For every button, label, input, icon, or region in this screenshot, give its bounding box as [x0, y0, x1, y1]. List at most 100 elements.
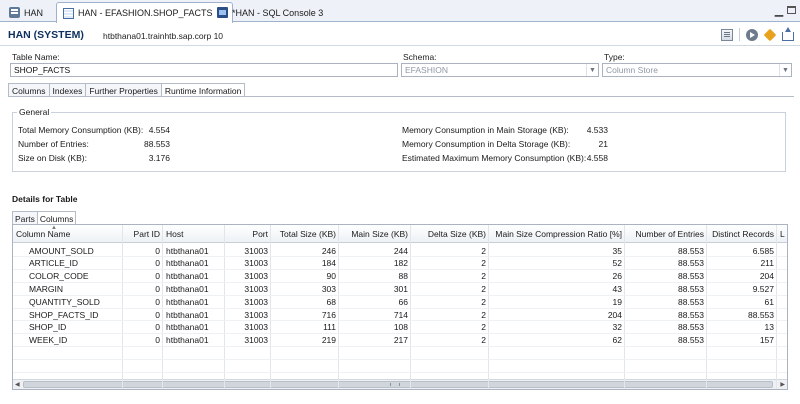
empty-row: [13, 371, 787, 373]
toolbar: [721, 26, 794, 41]
cell-main-size-compression-ratio: 43: [612, 283, 622, 294]
tab-further-properties[interactable]: Further Properties: [85, 83, 161, 97]
cell-total-size-kb: 716: [321, 309, 336, 320]
cell-delta-size-kb: 2: [481, 335, 486, 346]
tab-columns[interactable]: Columns: [8, 83, 49, 97]
cell-main-size-kb: 714: [393, 309, 408, 320]
horizontal-scrollbar[interactable]: ◀ ▶: [13, 379, 787, 389]
cell-delta-size-kb: 2: [481, 309, 486, 320]
main-storage-value: 4.533: [586, 125, 608, 135]
column-header-main-size-compression-ratio[interactable]: Main Size Compression Ratio [%]: [489, 228, 625, 240]
editor-tab-label: HAN: [24, 7, 44, 18]
type-select[interactable]: Column Store ▼: [602, 63, 792, 77]
cell-main-size-kb: 217: [393, 335, 408, 346]
cell-distinct-records: 204: [759, 271, 774, 282]
tab-detail-columns[interactable]: Columns: [36, 211, 77, 225]
cell-host: htbthana01: [166, 335, 209, 346]
number-of-entries-value: 88.553: [144, 139, 170, 149]
cell-total-size-kb: 68: [326, 296, 336, 307]
tab-runtime-information[interactable]: Runtime Information: [160, 83, 246, 97]
chevron-down-icon[interactable]: ▼: [586, 64, 598, 76]
editor-tab-bar: HAN HAN - EFASHION.SHOP_FACTS × *HAN - S…: [0, 0, 800, 23]
delta-storage-value: 21: [598, 139, 608, 149]
cell-number-of-entries: 88.553: [678, 245, 704, 256]
size-on-disk-label: Size on Disk (KB):: [18, 153, 87, 163]
cell-delta-size-kb: 2: [481, 245, 486, 256]
minimize-icon[interactable]: ▁: [773, 5, 785, 16]
column-header-delta-size-kb[interactable]: Delta Size (KB): [411, 228, 489, 240]
page-title: HAN (SYSTEM): [8, 29, 84, 41]
cell-column-name: WEEK_ID: [29, 335, 68, 346]
refresh-icon[interactable]: [763, 28, 777, 41]
estimated-max-label: Estimated Maximum Memory Consumption (KB…: [402, 153, 587, 163]
number-of-entries-label: Number of Entries:: [18, 139, 89, 149]
tab-indexes[interactable]: Indexes: [48, 83, 86, 97]
cell-host: htbthana01: [166, 309, 209, 320]
open-definition-icon[interactable]: [721, 28, 733, 41]
run-icon[interactable]: [746, 28, 758, 41]
cell-port: 31003: [244, 309, 268, 320]
cell-total-size-kb: 111: [323, 322, 336, 333]
table-name-field[interactable]: SHOP_FACTS: [10, 63, 398, 77]
cell-delta-size-kb: 2: [481, 283, 486, 294]
cell-main-size-compression-ratio: 26: [612, 271, 622, 282]
cell-distinct-records: 211: [760, 258, 774, 269]
cell-number-of-entries: 88.553: [678, 296, 704, 307]
schema-select[interactable]: EFASHION ▼: [401, 63, 599, 77]
column-header-part-id[interactable]: Part ID: [123, 228, 163, 240]
scroll-left-icon[interactable]: ◀: [15, 381, 20, 388]
cell-main-size-compression-ratio: 62: [612, 335, 622, 346]
columns-grid[interactable]: ◀ ▶ Column Name Part ID Host Port Total Size…: [12, 224, 788, 390]
cell-part-id: 0: [155, 245, 160, 256]
cell-column-name: COLOR_CODE: [29, 271, 89, 282]
cell-part-id: 0: [155, 283, 160, 294]
cell-column-name: QUANTITY_SOLD: [29, 296, 100, 307]
cell-number-of-entries: 88.553: [678, 335, 704, 346]
editor-tab-label: HAN - EFASHION.SHOP_FACTS: [78, 8, 213, 18]
column-header-number-of-entries[interactable]: Number of Entries: [625, 228, 707, 240]
table-icon: [63, 7, 74, 19]
editor-tab-shop-facts[interactable]: HAN - EFASHION.SHOP_FACTS ×: [56, 2, 234, 23]
cell-main-size-kb: 301: [393, 283, 408, 294]
editor-tab-sql-console[interactable]: *HAN - SQL Console 3: [210, 2, 330, 22]
cell-host: htbthana01: [166, 258, 209, 269]
column-header-column-name[interactable]: Column Name: [13, 228, 123, 240]
scrollbar-thumb[interactable]: [23, 381, 773, 388]
tab-parts[interactable]: Parts: [12, 211, 37, 225]
cell-distinct-records: 6.585: [752, 245, 774, 256]
cell-total-size-kb: 303: [321, 283, 336, 294]
host-label: htbthana01.trainhtb.sap.corp 10: [103, 31, 224, 41]
cell-main-size-kb: 182: [393, 258, 408, 269]
scroll-right-icon[interactable]: ▶: [780, 381, 785, 388]
type-label: Type:: [604, 52, 625, 62]
column-header-distinct-records[interactable]: Distinct Records: [707, 228, 777, 240]
chevron-down-icon[interactable]: ▼: [779, 64, 791, 76]
maximize-icon[interactable]: [787, 6, 796, 14]
empty-row: [13, 358, 787, 360]
cell-port: 31003: [244, 322, 268, 333]
cell-port: 31003: [244, 258, 268, 269]
cell-column-name: SHOP_FACTS_ID: [29, 309, 99, 320]
cell-delta-size-kb: 2: [481, 258, 486, 269]
cell-distinct-records: 157: [759, 335, 774, 346]
editor-tab-label: *HAN - SQL Console 3: [232, 7, 324, 18]
cell-total-size-kb: 90: [326, 271, 336, 282]
column-header-port[interactable]: Port: [225, 228, 271, 240]
cell-host: htbthana01: [166, 322, 209, 333]
cell-number-of-entries: 88.553: [678, 309, 704, 320]
cell-main-size-compression-ratio: 52: [612, 258, 622, 269]
export-icon[interactable]: [782, 26, 794, 41]
cell-total-size-kb: 246: [321, 245, 336, 256]
cell-column-name: ARTICLE_ID: [29, 258, 78, 269]
cell-port: 31003: [244, 283, 268, 294]
column-header-host[interactable]: Host: [163, 228, 225, 240]
general-group: [12, 112, 786, 172]
column-header-total-size-kb[interactable]: Total Size (KB): [271, 228, 339, 240]
column-header-main-size-kb[interactable]: Main Size (KB): [339, 228, 411, 240]
cell-number-of-entries: 88.553: [678, 283, 704, 294]
cell-main-size-compression-ratio: 204: [607, 309, 622, 320]
cell-host: htbthana01: [166, 245, 209, 256]
column-header-l[interactable]: L: [777, 228, 787, 240]
schema-value: EFASHION: [405, 65, 448, 75]
editor-tab-han[interactable]: HAN: [2, 2, 50, 22]
